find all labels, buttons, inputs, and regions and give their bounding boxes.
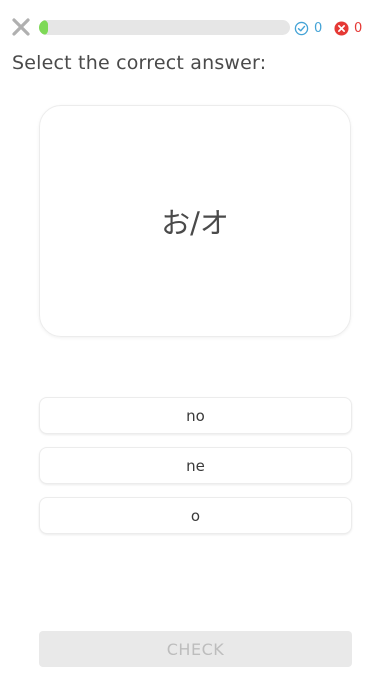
lesson-progress-fill <box>39 20 48 35</box>
wrong-count: 0 <box>354 20 363 36</box>
kana-character: お/オ <box>161 206 229 240</box>
lesson-progress-bar <box>39 20 290 35</box>
close-icon <box>12 18 30 36</box>
answer-option-2[interactable]: ne <box>39 447 352 484</box>
correct-counter: 0 <box>294 19 322 37</box>
question-prompt: Select the correct answer: <box>12 52 267 74</box>
wrong-counter: 0 <box>334 19 362 37</box>
kana-card: お/オ <box>39 105 351 337</box>
check-circle-icon <box>294 21 309 35</box>
close-button[interactable] <box>11 17 31 37</box>
check-button[interactable]: CHECK <box>39 631 352 667</box>
answer-option-3[interactable]: o <box>39 497 352 534</box>
top-bar: 0 0 <box>0 0 392 52</box>
correct-count: 0 <box>314 20 323 36</box>
x-circle-icon <box>334 20 349 36</box>
answer-option-1[interactable]: no <box>39 397 352 434</box>
